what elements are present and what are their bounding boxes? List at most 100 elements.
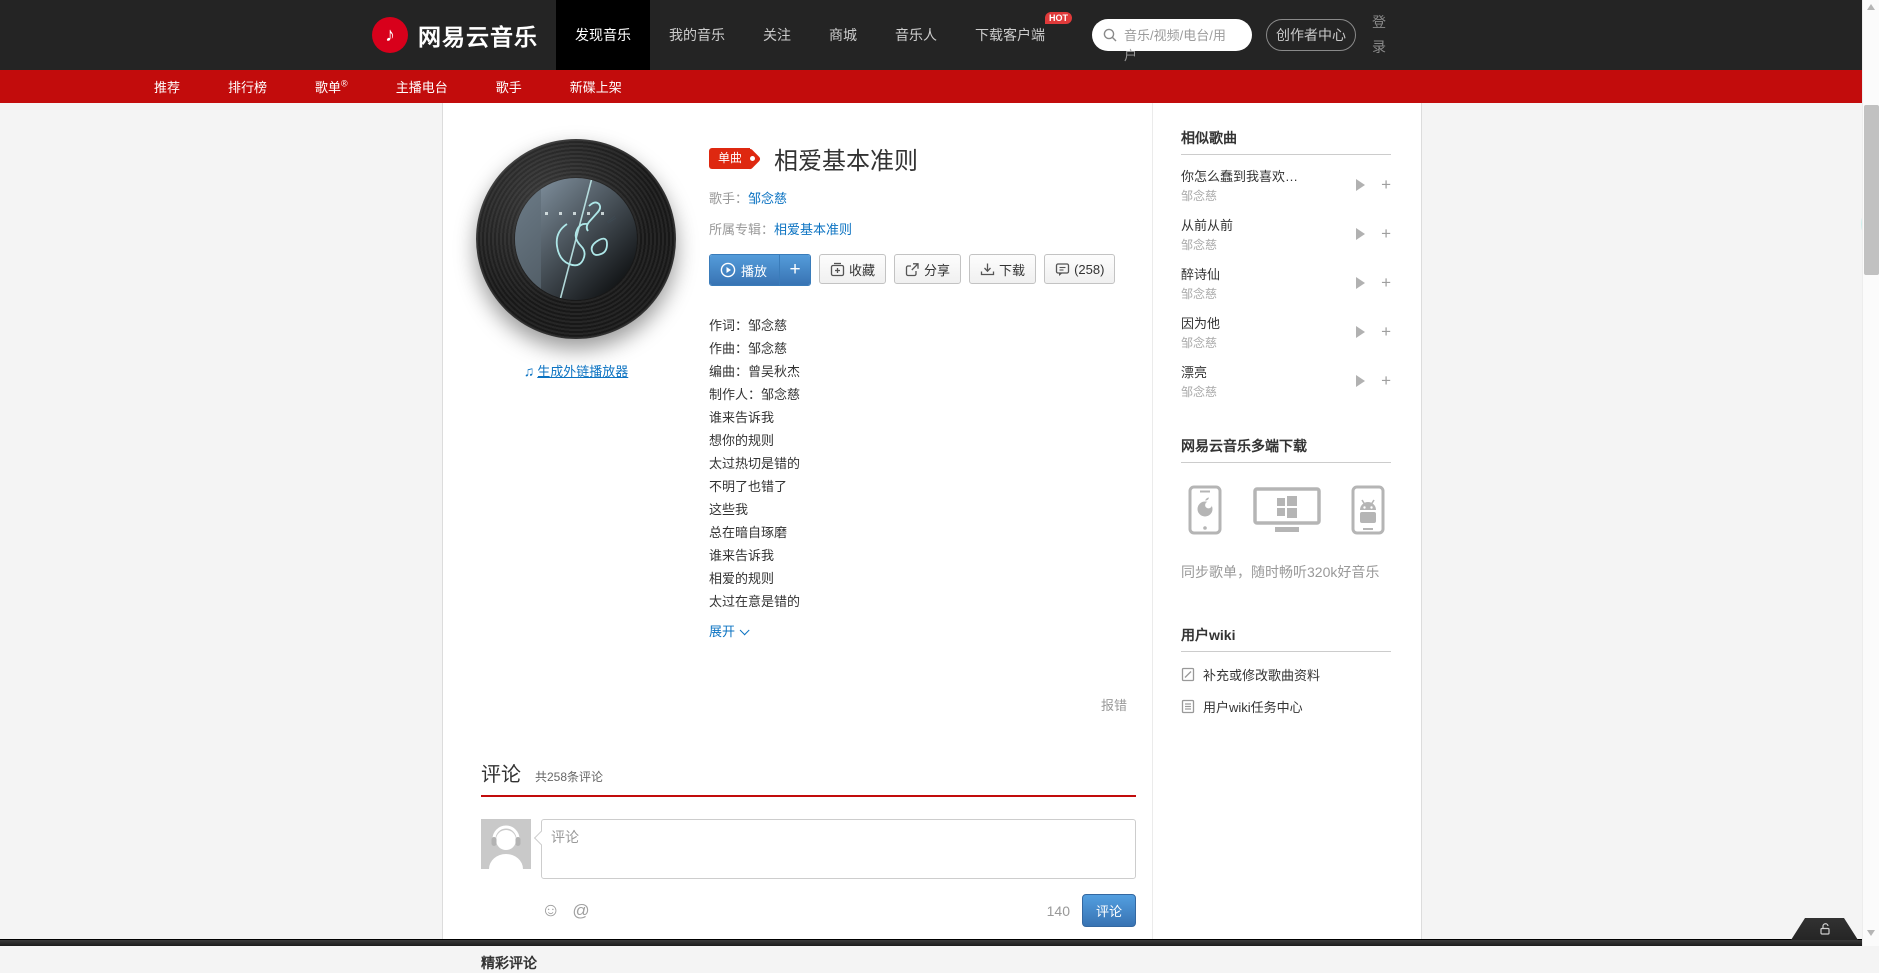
- user-wiki-title: 用户wiki: [1181, 625, 1391, 652]
- nav-item-store[interactable]: 商城: [810, 0, 876, 70]
- top-navigation-bar: ♪ 网易云音乐 发现音乐 我的音乐 关注 商城 音乐人 下载客户端 HOT 音乐…: [0, 0, 1879, 70]
- similar-song-title[interactable]: 从前从前: [1181, 215, 1321, 234]
- nav-item-discover[interactable]: 发现音乐: [556, 0, 650, 70]
- nav-item-follow[interactable]: 关注: [744, 0, 810, 70]
- login-link[interactable]: 登录: [1372, 10, 1388, 60]
- subnav-item-charts[interactable]: 排行榜: [213, 77, 282, 96]
- char-counter: 140: [1047, 903, 1070, 919]
- mention-at-icon[interactable]: @: [572, 901, 589, 921]
- subnav-item-radio[interactable]: 主播电台: [381, 77, 463, 96]
- lyric-line: 谁来告诉我: [709, 406, 1139, 429]
- artist-link[interactable]: 邹念慈: [748, 191, 787, 206]
- search-placeholder: 音乐/视频/电台/用户: [1124, 26, 1236, 66]
- lyric-line: 太过热切是错的: [709, 452, 1139, 475]
- hot-badge: HOT: [1045, 12, 1072, 24]
- add-icon[interactable]: +: [1381, 325, 1391, 339]
- avatar: [481, 819, 531, 869]
- play-icon[interactable]: [1356, 179, 1365, 191]
- multi-device-download-section: 网易云音乐多端下载: [1181, 436, 1391, 583]
- subnav-item-new-albums[interactable]: 新碟上架: [555, 77, 637, 96]
- add-icon[interactable]: +: [1381, 374, 1391, 388]
- scroll-down-arrow-icon[interactable]: [1867, 930, 1875, 936]
- lyric-line: 制作人：邹念慈: [709, 383, 1139, 406]
- artist-label: 歌手：: [709, 191, 748, 206]
- lyric-line: 作词：邹念慈: [709, 314, 1139, 337]
- album-art-image: [515, 178, 637, 300]
- download-icon: [980, 262, 995, 277]
- add-to-playlist-button[interactable]: +: [780, 255, 810, 285]
- favorite-folder-icon: [830, 262, 845, 277]
- similar-song-title[interactable]: 漂亮: [1181, 362, 1321, 381]
- similar-songs-list: 你怎么蠢到我喜欢… 邹念慈 + 从前从前 邹念慈 +: [1181, 166, 1391, 400]
- song-info: 单曲 相爱基本准则 歌手：邹念慈 所属专辑：相爱基本准则 播放: [709, 141, 1139, 641]
- wiki-edit-song-info-link[interactable]: 补充或修改歌曲资料: [1181, 665, 1391, 684]
- creator-center-button[interactable]: 创作者中心: [1266, 19, 1356, 51]
- comment-actions: ☺ @ 140 评论: [541, 894, 1136, 927]
- netease-logo[interactable]: ♪ 网易云音乐: [372, 17, 538, 53]
- vinyl-disc: [476, 139, 676, 339]
- favorite-button[interactable]: 收藏: [819, 254, 886, 284]
- share-button[interactable]: 分享: [894, 254, 961, 284]
- registered-mark: ®: [341, 79, 348, 89]
- player-lock-tab[interactable]: [1791, 918, 1858, 940]
- comments-button[interactable]: (258): [1044, 254, 1115, 284]
- add-icon[interactable]: +: [1381, 178, 1391, 192]
- music-note-icon: ♫: [524, 363, 535, 379]
- search-input[interactable]: 音乐/视频/电台/用户: [1092, 19, 1252, 51]
- similar-song-artist[interactable]: 邹念慈: [1181, 383, 1321, 400]
- lyric-line: 总在暗自琢磨: [709, 521, 1139, 544]
- share-icon: [905, 262, 920, 277]
- similar-song-title[interactable]: 你怎么蠢到我喜欢…: [1181, 166, 1321, 185]
- expand-lyrics-link[interactable]: 展开: [709, 621, 746, 640]
- subnav-item-playlists[interactable]: 歌单®: [300, 77, 363, 96]
- android-device-icon[interactable]: [1351, 485, 1385, 535]
- similar-song-title[interactable]: 醉诗仙: [1181, 264, 1321, 283]
- similar-song-artist[interactable]: 邹念慈: [1181, 285, 1321, 302]
- nav-item-download-client[interactable]: 下载客户端 HOT: [956, 0, 1064, 70]
- subnav-item-recommend[interactable]: 推荐: [139, 77, 195, 96]
- album-link[interactable]: 相爱基本准则: [774, 222, 852, 237]
- lyric-line: 相爱的规则: [709, 567, 1139, 590]
- similar-song-artist[interactable]: 邹念慈: [1181, 187, 1321, 204]
- similar-song-artist[interactable]: 邹念慈: [1181, 334, 1321, 351]
- wiki-item-label: 用户wiki任务中心: [1203, 697, 1303, 716]
- add-icon[interactable]: +: [1381, 227, 1391, 241]
- play-icon[interactable]: [1356, 277, 1365, 289]
- iphone-device-icon[interactable]: [1187, 485, 1223, 535]
- badge-dot: [750, 156, 755, 161]
- scroll-up-arrow-icon[interactable]: [1867, 4, 1875, 10]
- play-icon[interactable]: [1356, 228, 1365, 240]
- wiki-task-center-link[interactable]: 用户wiki任务中心: [1181, 697, 1391, 716]
- player-bar[interactable]: [0, 939, 1879, 946]
- emoji-icon[interactable]: ☺: [541, 901, 560, 920]
- similar-song-artist[interactable]: 邹念慈: [1181, 236, 1321, 253]
- list-item: 醉诗仙 邹念慈 +: [1181, 264, 1391, 302]
- play-icon[interactable]: [1356, 375, 1365, 387]
- comments-count-label: (258): [1074, 262, 1104, 277]
- list-item: 从前从前 邹念慈 +: [1181, 215, 1391, 253]
- list-item: 因为他 邹念慈 +: [1181, 313, 1391, 351]
- submit-comment-button[interactable]: 评论: [1082, 894, 1136, 927]
- generate-outlink-player-link[interactable]: 生成外链播放器: [537, 364, 628, 379]
- subnav-item-artists[interactable]: 歌手: [481, 77, 537, 96]
- favorite-button-label: 收藏: [849, 260, 875, 279]
- report-error-link[interactable]: 报错: [1101, 695, 1127, 714]
- play-button[interactable]: 播放: [710, 255, 780, 285]
- lyric-line: 作曲：邹念慈: [709, 337, 1139, 360]
- scrollbar-thumb[interactable]: [1864, 105, 1879, 275]
- add-icon[interactable]: +: [1381, 276, 1391, 290]
- expand-label: 展开: [709, 624, 735, 639]
- similar-song-title[interactable]: 因为他: [1181, 313, 1321, 332]
- action-buttons: 播放 + 收藏: [709, 254, 1139, 286]
- play-icon[interactable]: [1356, 326, 1365, 338]
- download-button[interactable]: 下载: [969, 254, 1036, 284]
- document-list-icon: [1181, 699, 1195, 714]
- comments-title: 评论: [481, 758, 521, 787]
- pc-device-icon[interactable]: [1251, 485, 1323, 535]
- scrollbar[interactable]: [1862, 0, 1879, 946]
- list-item: 你怎么蠢到我喜欢… 邹念慈 +: [1181, 166, 1391, 204]
- nav-item-musician[interactable]: 音乐人: [876, 0, 956, 70]
- nav-item-my-music[interactable]: 我的音乐: [650, 0, 744, 70]
- comment-textarea[interactable]: [541, 819, 1136, 879]
- song-main-column: ♫生成外链播放器 单曲 相爱基本准则 歌手：邹念慈 所属专辑：相爱基本准则: [443, 103, 1153, 946]
